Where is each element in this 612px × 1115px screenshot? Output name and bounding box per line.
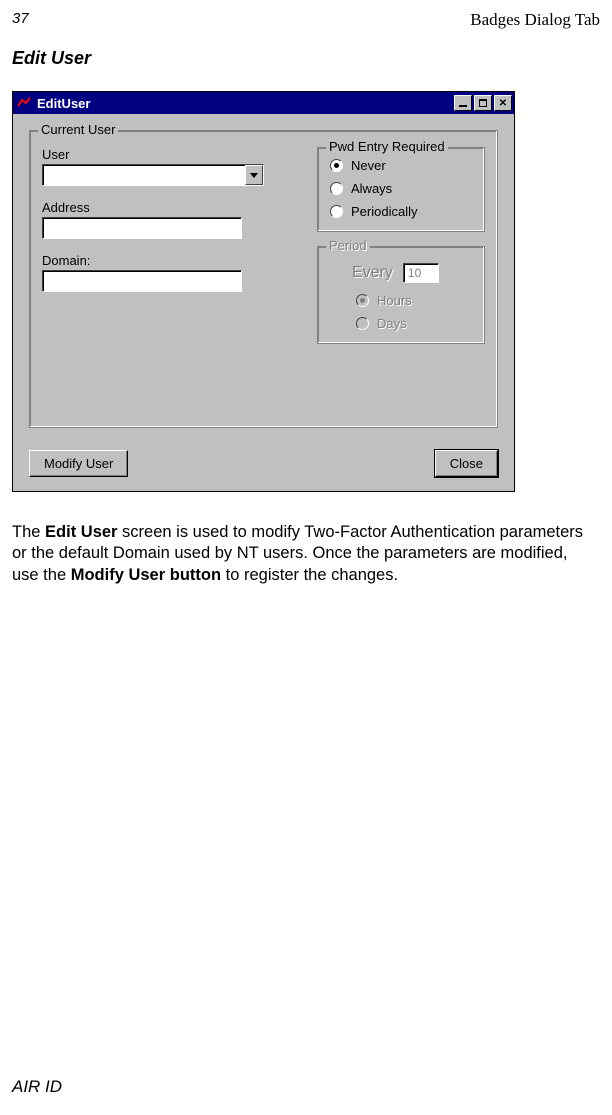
radio-never[interactable]: Never bbox=[330, 158, 472, 173]
radio-always-label: Always bbox=[351, 181, 392, 196]
dialog-screenshot: EditUser ✕ Current User User bbox=[12, 91, 515, 492]
title-bar[interactable]: EditUser ✕ bbox=[13, 92, 514, 114]
body-paragraph: The Edit User screen is used to modify T… bbox=[12, 522, 592, 586]
minimize-icon bbox=[459, 105, 467, 107]
address-input[interactable] bbox=[43, 218, 241, 238]
close-icon: ✕ bbox=[499, 98, 507, 109]
maximize-button[interactable] bbox=[474, 95, 492, 111]
current-user-legend: Current User bbox=[38, 122, 118, 137]
current-user-left: User Address bbox=[42, 147, 295, 344]
body-text-1e: to register the changes. bbox=[221, 566, 398, 584]
period-legend: Period bbox=[326, 238, 370, 253]
domain-label: Domain: bbox=[42, 253, 295, 268]
window-body: Current User User Address bbox=[13, 114, 514, 491]
radio-hours-indicator bbox=[356, 294, 369, 307]
user-label: User bbox=[42, 147, 295, 162]
close-button[interactable]: Close bbox=[435, 450, 498, 477]
radio-hours-label: Hours bbox=[377, 293, 412, 308]
radio-hours: Hours bbox=[356, 293, 472, 308]
body-text-1a: The bbox=[12, 523, 45, 541]
window-title: EditUser bbox=[37, 96, 90, 111]
every-label: Every bbox=[352, 264, 393, 282]
domain-input[interactable] bbox=[43, 271, 241, 291]
radio-days-label: Days bbox=[377, 316, 407, 331]
section-title: Edit User bbox=[12, 48, 600, 69]
current-user-fieldset: Current User User Address bbox=[29, 130, 498, 428]
body-text-bold-2: Modify User button bbox=[71, 566, 221, 584]
edit-user-window: EditUser ✕ Current User User bbox=[13, 92, 514, 491]
page-number: 37 bbox=[12, 10, 29, 30]
radio-days-indicator bbox=[356, 317, 369, 330]
every-input: 10 bbox=[403, 263, 439, 283]
pwd-entry-fieldset: Pwd Entry Required Never Always bbox=[317, 147, 485, 232]
radio-never-label: Never bbox=[351, 158, 386, 173]
close-window-button[interactable]: ✕ bbox=[494, 95, 512, 111]
modify-user-button[interactable]: Modify User bbox=[29, 450, 128, 477]
user-combo[interactable] bbox=[42, 164, 264, 186]
header-title: Badges Dialog Tab bbox=[470, 10, 600, 30]
app-icon bbox=[17, 96, 31, 110]
period-fieldset: Period Every 10 Hours bbox=[317, 246, 485, 344]
page-footer: AIR ID bbox=[12, 1077, 62, 1097]
page-header: 37 Badges Dialog Tab bbox=[12, 10, 600, 30]
radio-never-indicator bbox=[330, 159, 343, 172]
minimize-button[interactable] bbox=[454, 95, 472, 111]
address-field[interactable] bbox=[42, 217, 242, 239]
domain-field[interactable] bbox=[42, 270, 242, 292]
body-text-bold-1: Edit User bbox=[45, 523, 117, 541]
maximize-icon bbox=[479, 99, 487, 107]
radio-always-indicator bbox=[330, 182, 343, 195]
radio-periodically-indicator bbox=[330, 205, 343, 218]
radio-periodically[interactable]: Periodically bbox=[330, 204, 472, 219]
radio-always[interactable]: Always bbox=[330, 181, 472, 196]
titlebar-left: EditUser bbox=[17, 96, 90, 111]
button-row: Modify User Close bbox=[29, 450, 498, 477]
window-controls: ✕ bbox=[454, 95, 512, 111]
address-label: Address bbox=[42, 200, 295, 215]
pwd-entry-legend: Pwd Entry Required bbox=[326, 139, 448, 154]
chevron-down-icon bbox=[250, 173, 258, 178]
user-input[interactable] bbox=[43, 165, 245, 185]
radio-days: Days bbox=[356, 316, 472, 331]
current-user-right: Pwd Entry Required Never Always bbox=[317, 147, 485, 344]
radio-periodically-label: Periodically bbox=[351, 204, 417, 219]
user-dropdown-button[interactable] bbox=[245, 165, 263, 185]
